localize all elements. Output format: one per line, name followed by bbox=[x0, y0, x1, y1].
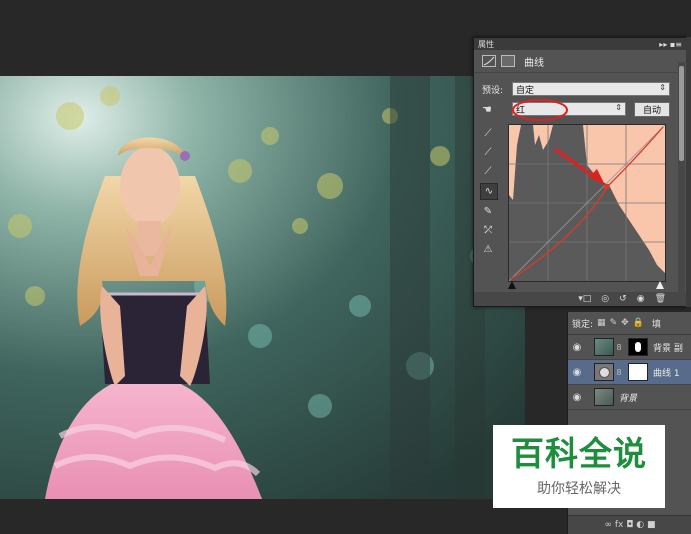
panel-menu-icon[interactable]: ▸▸ ▪≡ bbox=[659, 40, 682, 49]
layer-row[interactable]: ◉ 8 背景 副 bbox=[568, 335, 691, 360]
layer-name[interactable]: 背景 副 bbox=[653, 341, 683, 354]
lock-pixels-icon[interactable]: ✎ bbox=[610, 318, 618, 328]
chain-icon[interactable]: 8 bbox=[616, 343, 622, 352]
eyedropper-white-icon[interactable]: ⟋ bbox=[480, 164, 496, 179]
properties-tab-bar: 属性 ▸▸ ▪≡ bbox=[474, 38, 686, 50]
clip-to-layer-icon[interactable]: ▾□ bbox=[578, 294, 591, 304]
curve-graph[interactable] bbox=[508, 124, 666, 282]
layer-name[interactable]: 背景 bbox=[619, 391, 637, 404]
adjustment-thumbnail bbox=[594, 363, 614, 381]
select-arrows-icon: ⇕ bbox=[615, 103, 622, 112]
preset-select[interactable]: 自定 ⇕ bbox=[512, 82, 670, 96]
layer-thumbnail bbox=[594, 388, 614, 406]
edit-points-icon[interactable]: ∿ bbox=[480, 183, 498, 200]
visibility-icon[interactable]: ◉ bbox=[637, 294, 645, 304]
panel-dock-edge bbox=[686, 37, 691, 307]
lock-row: 锁定: ▦ ✎ ✥ 🔒 填 bbox=[568, 312, 691, 335]
curve-tools: ⟋ ⟋ ⟋ ∿ ✎ ⤱ ⚠ bbox=[480, 126, 498, 257]
layers-footer: ∞ fx ◘ ◐ ■ bbox=[568, 515, 691, 534]
curves-properties-panel: 属性 ▸▸ ▪≡ 曲线 预设: 自定 ⇕ ☚ 红 ⇕ 自动 ⟋ ⟋ ⟋ ∿ ✎ … bbox=[473, 37, 687, 307]
hand-target-icon[interactable]: ☚ bbox=[482, 103, 506, 116]
trash-icon[interactable]: 🗑 bbox=[655, 294, 666, 304]
lock-position-icon[interactable]: ✥ bbox=[621, 318, 629, 328]
layer-thumbnail bbox=[594, 338, 614, 356]
watermark-logo: 百科全说 助你轻松解决 bbox=[493, 425, 665, 508]
channel-highlight-ellipse bbox=[512, 99, 568, 121]
panel-scrollbar[interactable] bbox=[678, 62, 685, 294]
mask-icon[interactable] bbox=[501, 55, 515, 67]
reset-icon[interactable]: ↺ bbox=[619, 294, 627, 304]
fill-label: 填 bbox=[651, 319, 661, 330]
mask-thumbnail[interactable] bbox=[628, 363, 648, 381]
clipping-warning-icon[interactable]: ⚠ bbox=[480, 242, 496, 257]
panel-title: 曲线 bbox=[524, 57, 544, 69]
pencil-icon[interactable]: ✎ bbox=[480, 204, 496, 219]
mask-thumbnail[interactable] bbox=[628, 338, 648, 356]
chain-icon[interactable]: 8 bbox=[616, 368, 622, 377]
preset-value: 自定 bbox=[516, 85, 535, 96]
eye-icon[interactable]: ◉ bbox=[568, 392, 586, 403]
layers-footer-icons[interactable]: ∞ fx ◘ ◐ ■ bbox=[605, 520, 656, 530]
watermark-subtitle: 助你轻松解决 bbox=[537, 481, 621, 497]
eyedropper-black-icon[interactable]: ⟋ bbox=[480, 126, 496, 141]
properties-footer: ▾□ ◎ ↺ ◉ 🗑 bbox=[474, 292, 686, 306]
preset-label: 预设: bbox=[482, 85, 504, 96]
layer-row[interactable]: ◉ 8 曲线 1 bbox=[568, 360, 691, 385]
eyedropper-gray-icon[interactable]: ⟋ bbox=[480, 145, 496, 160]
eye-icon[interactable]: ◉ bbox=[568, 342, 586, 353]
lock-all-icon[interactable]: 🔒 bbox=[633, 318, 644, 328]
auto-button[interactable]: 自动 bbox=[634, 102, 670, 117]
lock-label: 锁定: bbox=[572, 319, 594, 330]
layer-row[interactable]: ◉ 背景 bbox=[568, 385, 691, 410]
lock-transparent-icon[interactable]: ▦ bbox=[597, 318, 606, 328]
select-arrows-icon: ⇕ bbox=[659, 83, 666, 92]
photo-image bbox=[0, 76, 525, 499]
curves-adjustment-icon bbox=[482, 55, 496, 67]
eye-icon[interactable]: ◉ bbox=[568, 367, 586, 378]
scrollbar-thumb[interactable] bbox=[679, 66, 684, 161]
watermark-title: 百科全说 bbox=[511, 434, 647, 473]
preset-row: 预设: 自定 ⇕ bbox=[482, 82, 670, 96]
properties-title-row: 曲线 bbox=[474, 50, 686, 73]
layer-name[interactable]: 曲线 1 bbox=[653, 366, 680, 379]
input-slider[interactable] bbox=[508, 281, 668, 289]
view-previous-icon[interactable]: ◎ bbox=[601, 294, 609, 304]
properties-tab[interactable]: 属性 bbox=[478, 39, 494, 50]
smooth-icon[interactable]: ⤱ bbox=[480, 223, 496, 238]
